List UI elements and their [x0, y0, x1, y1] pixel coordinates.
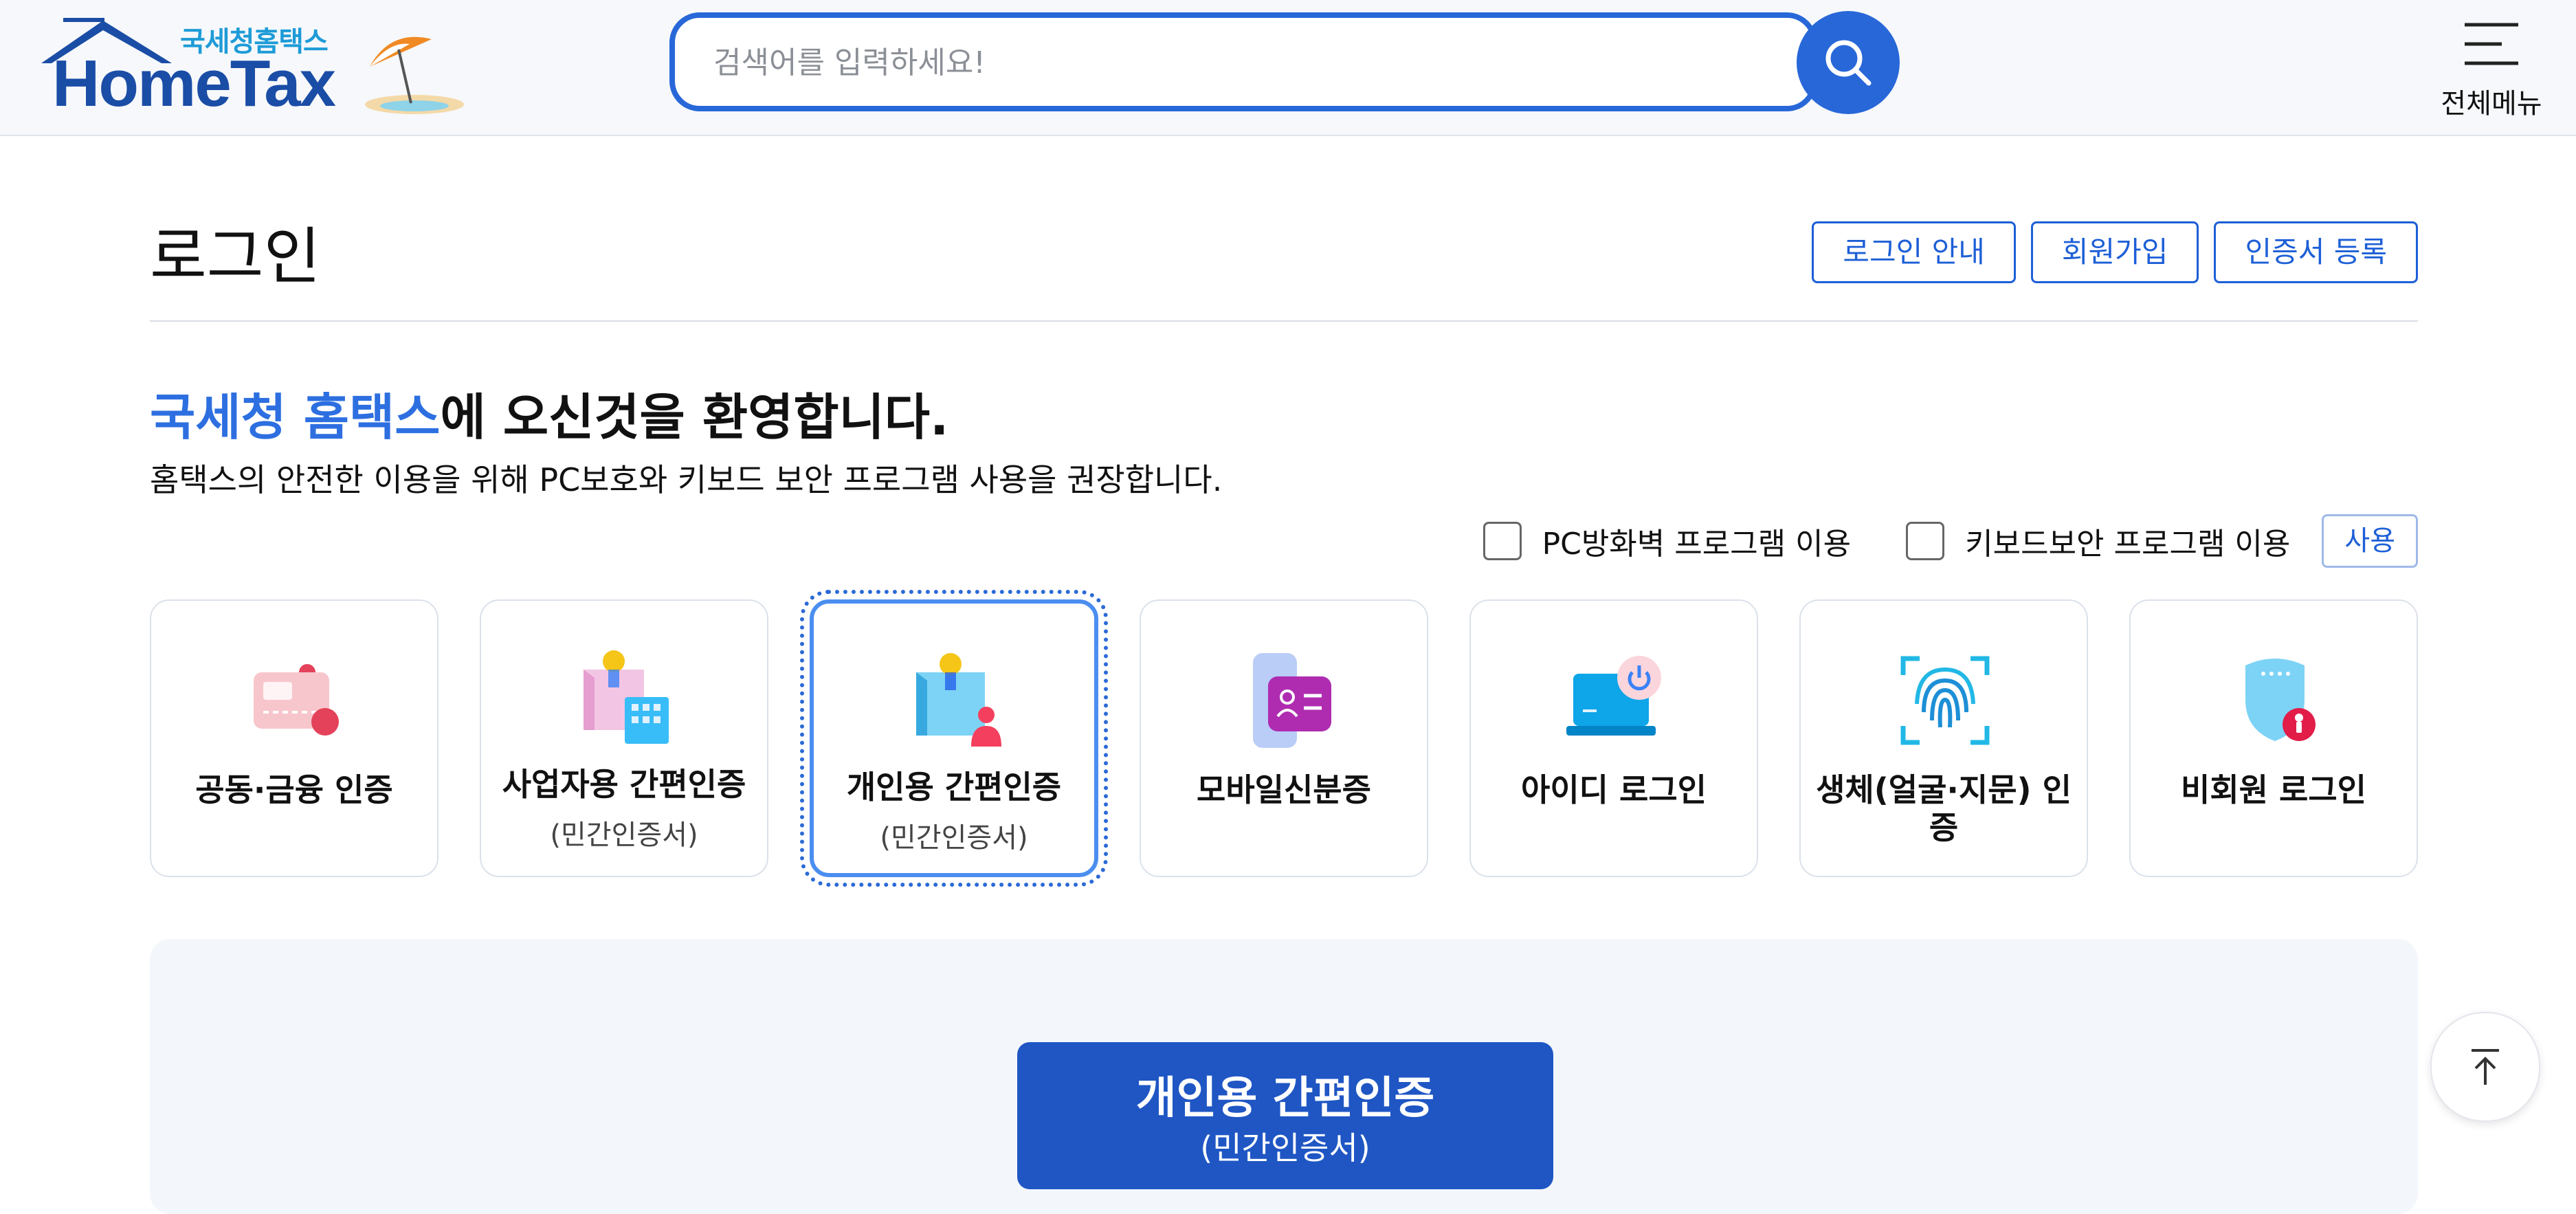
personal-user-icon [916, 653, 1001, 747]
method-id-login[interactable]: 아이디 로그인 [1469, 599, 1758, 877]
method-personal-simple-auth[interactable]: 개인용 간편인증 (민간인증서) [800, 590, 1108, 887]
search-input[interactable] [712, 40, 1746, 85]
fingerprint-icon [1900, 656, 1990, 745]
method-guest-login[interactable]: 비회원 로그인 [2129, 599, 2418, 877]
firewall-option[interactable]: PC방화벽 프로그램 이용 [1483, 519, 1852, 563]
method-biometric-auth[interactable]: 생체(얼굴·지문) 인증 [1799, 599, 2088, 877]
mobile-id-icon [1253, 653, 1331, 748]
keyboard-security-option[interactable]: 키보드보안 프로그램 이용 [1906, 519, 2290, 563]
login-guide-button[interactable]: 로그인 안내 [1812, 221, 2016, 283]
signup-button[interactable]: 회원가입 [2030, 221, 2199, 283]
method-label: 개인용 간편인증 [846, 769, 1062, 806]
keyboard-security-label: 키보드보안 프로그램 이용 [1965, 527, 2291, 562]
method-label: 생체(얼굴·지문) 인증 [1816, 771, 2072, 847]
welcome-text: 에 오신것을 환영합니다. [440, 388, 949, 446]
top-link-group: 로그인 안내 회원가입 인증서 등록 [1812, 221, 2418, 283]
laptop-power-icon [1566, 656, 1661, 736]
keyboard-security-checkbox[interactable] [1906, 522, 1945, 560]
scroll-to-top-button[interactable] [2430, 1012, 2540, 1122]
search-icon [1825, 40, 1872, 86]
method-label: 비회원 로그인 [2181, 771, 2366, 808]
method-label: 사업자용 간편인증 [502, 766, 746, 803]
site-header: 국세청홈택스 HomeTax 전체메뉴 [0, 0, 2576, 136]
title-divider [150, 320, 2418, 322]
method-label: 모바일신분증 [1197, 771, 1371, 808]
method-joint-financial-cert[interactable]: 공동·금융 인증 [150, 599, 438, 877]
logo-wordmark: HomeTax [52, 47, 336, 120]
login-method-list: 공동·금융 인증 사업자용 간편인증 (민간인증서) 개인용 간편인증 (민간인… [150, 590, 2418, 887]
page-title: 로그인 [150, 221, 321, 293]
certificate-register-button[interactable]: 인증서 등록 [2214, 221, 2418, 283]
firewall-label: PC방화벽 프로그램 이용 [1542, 527, 1852, 562]
welcome-brand: 국세청 홈택스 [150, 388, 441, 446]
use-button[interactable]: 사용 [2322, 514, 2418, 568]
method-label: 공동·금융 인증 [195, 771, 393, 808]
hometax-logo[interactable]: 국세청홈택스 HomeTax [27, 15, 467, 118]
personal-simple-auth-button[interactable]: 개인용 간편인증 (민간인증서) [1017, 1042, 1553, 1189]
method-business-simple-auth[interactable]: 사업자용 간편인증 (민간인증서) [480, 599, 768, 877]
security-recommendation: 홈택스의 안전한 이용을 위해 PC보호와 키보드 보안 프로그램 사용을 권장… [150, 461, 1223, 498]
action-subtitle: (민간인증서) [1200, 1129, 1370, 1167]
all-menu-button[interactable]: 전체메뉴 [2433, 12, 2550, 120]
search-button[interactable] [1797, 11, 1900, 114]
method-mobile-id[interactable]: 모바일신분증 [1140, 599, 1428, 877]
action-title: 개인용 간편인증 [1135, 1073, 1435, 1124]
shield-person-icon [2245, 659, 2316, 741]
method-sublabel: (민간인증서) [880, 822, 1028, 854]
arrow-up-to-top-icon [2472, 1049, 2499, 1085]
beach-umbrella-icon [365, 36, 464, 114]
security-options: PC방화벽 프로그램 이용 키보드보안 프로그램 이용 사용 [1483, 511, 2418, 571]
firewall-checkbox[interactable] [1483, 522, 1522, 560]
welcome-heading: 국세청 홈택스에 오신것을 환영합니다. [150, 377, 948, 449]
method-label: 아이디 로그인 [1521, 771, 1707, 808]
hamburger-menu-icon [2465, 23, 2518, 65]
card-certificate-icon [254, 664, 339, 736]
method-sublabel: (민간인증서) [550, 819, 698, 851]
business-building-icon [584, 650, 669, 744]
search-box [669, 12, 1817, 111]
all-menu-label: 전체메뉴 [2441, 88, 2542, 120]
